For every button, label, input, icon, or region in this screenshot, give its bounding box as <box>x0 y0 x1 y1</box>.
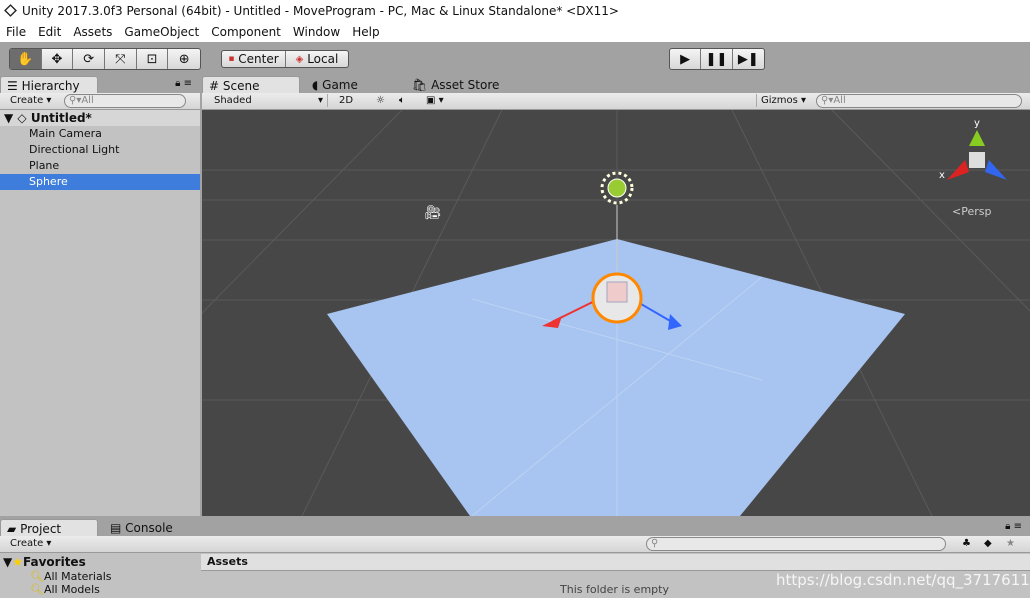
projection-label[interactable]: <Persp <box>952 205 991 218</box>
watermark: https://blog.csdn.net/qq_37176118 <box>776 571 1030 589</box>
rect-tool-button[interactable]: ⊡ <box>137 49 169 69</box>
filter-label-icon[interactable]: ◆ <box>980 537 996 550</box>
pivot-controls: ▪ Center ◈ Local <box>221 50 349 68</box>
pivot-local-button[interactable]: ◈ Local <box>286 51 348 67</box>
transform-tools: ✋ ✥ ⟳ ⤧ ⊡ ⊕ <box>9 48 201 70</box>
rotate-tool-button[interactable]: ⟳ <box>73 49 106 69</box>
project-toolbar: Create ▾ ⚲ ♣ ◆ ★ <box>0 536 1030 553</box>
star-icon: ★ <box>12 555 23 569</box>
hand-tool-button[interactable]: ✋ <box>10 49 42 69</box>
playback-controls: ▶ ❚❚ ▶❚ <box>669 48 765 70</box>
scene-search-input[interactable]: ⚲▾All <box>816 94 1022 108</box>
x-axis-label: x <box>939 170 945 181</box>
title-bar: Unity 2017.3.0f3 Personal (64bit) - Unti… <box>0 0 1030 22</box>
space-label: Local <box>307 52 339 66</box>
assets-header: Assets <box>201 554 1030 571</box>
scene-icon: ◇ <box>17 111 27 125</box>
menu-component[interactable]: Component <box>205 22 287 42</box>
pivot-label: Center <box>238 52 279 66</box>
window-title: Unity 2017.3.0f3 Personal (64bit) - Unti… <box>22 4 619 18</box>
tab-asset-store[interactable]: 🛍︎ Asset Store <box>406 76 505 93</box>
tab-game[interactable]: ◖ Game <box>306 76 364 93</box>
search-icon: 🔍︎ <box>30 583 44 596</box>
pause-icon: ❚❚ <box>705 51 728 67</box>
hierarchy-item[interactable]: Main Camera <box>0 126 200 142</box>
hierarchy-toolbar: Create ▾ ⚲▾All <box>0 93 200 110</box>
step-button[interactable]: ▶❚ <box>733 49 764 69</box>
hierarchy-panel: ☰ Hierarchy 🔒︎ ≡ Create ▾ ⚲▾All ▼ ◇ Unti… <box>0 76 200 516</box>
tab-label: Hierarchy <box>21 79 80 93</box>
project-tree: ▼★Favorites 🔍︎All Materials 🔍︎All Models <box>0 554 200 598</box>
rect-icon: ⊡ <box>146 51 158 67</box>
tab-console[interactable]: ▤ Console <box>104 519 179 536</box>
step-icon: ▶❚ <box>737 51 759 67</box>
hierarchy-item[interactable]: Directional Light <box>0 142 200 158</box>
menu-bar: File Edit Assets GameObject Component Wi… <box>0 22 1030 42</box>
tab-hierarchy[interactable]: ☰ Hierarchy <box>0 76 98 93</box>
menu-window[interactable]: Window <box>287 22 346 42</box>
menu-assets[interactable]: Assets <box>67 22 118 42</box>
transform-icon: ⊕ <box>178 51 190 67</box>
empty-folder-message: This folder is empty <box>560 583 669 596</box>
favorites-item[interactable]: 🔍︎All Materials <box>0 570 200 583</box>
search-icon: 🔍︎ <box>30 570 44 583</box>
create-dropdown[interactable]: Create ▾ <box>6 94 55 107</box>
gizmos-dropdown[interactable]: Gizmos ▾ <box>756 94 810 107</box>
shading-dropdown[interactable]: Shaded ▾ <box>210 94 328 107</box>
unity-logo-icon <box>4 4 17 17</box>
lock-icon[interactable]: 🔒︎ ≡ <box>175 78 192 89</box>
scene-panel: # Scene ◖ Game 🛍︎ Asset Store Shaded ▾ 2D… <box>202 76 1030 516</box>
pivot-icon: ▪ <box>228 54 235 64</box>
scale-icon: ⤧ <box>115 51 126 67</box>
y-axis-label: y <box>974 118 980 129</box>
cube-icon: ◈ <box>295 53 304 65</box>
lock-icon[interactable]: 🔒︎ ≡ <box>1005 521 1022 532</box>
lighting-toggle[interactable]: ☼ <box>372 94 389 107</box>
effects-dropdown[interactable]: ▣ ▾ <box>422 94 448 107</box>
tab-scene[interactable]: # Scene <box>202 76 300 93</box>
play-button[interactable]: ▶ <box>670 49 702 69</box>
scene-root[interactable]: ▼ ◇ Untitled* <box>0 110 200 126</box>
grid-icon: # <box>209 79 220 93</box>
create-dropdown[interactable]: Create ▾ <box>6 537 55 550</box>
scene-toolbar: Shaded ▾ 2D ☼ 🔈︎ ▣ ▾ Gizmos ▾ ⚲▾All <box>202 93 1030 110</box>
pivot-center-button[interactable]: ▪ Center <box>222 51 286 67</box>
bag-icon: 🛍︎ <box>412 78 428 92</box>
scene-viewport[interactable]: 🎥︎ y x <Persp <box>202 110 1030 516</box>
tab-project[interactable]: ▰ Project <box>0 519 98 536</box>
pause-button[interactable]: ❚❚ <box>701 49 733 69</box>
hierarchy-search-input[interactable]: ⚲▾All <box>64 94 186 108</box>
list-icon: ☰ <box>7 79 18 93</box>
move-tool-button[interactable]: ✥ <box>42 49 74 69</box>
main-toolbar: ✋ ✥ ⟳ ⤧ ⊡ ⊕ ▪ Center ◈ Local ▶ ❚❚ ▶❚ <box>0 42 1030 75</box>
orientation-gizmo[interactable]: y x <box>939 118 1007 181</box>
transform-tool-button[interactable]: ⊕ <box>168 49 200 69</box>
console-icon: ▤ <box>110 521 122 535</box>
menu-help[interactable]: Help <box>346 22 385 42</box>
camera-icon[interactable]: 🎥︎ <box>424 205 442 221</box>
2d-toggle[interactable]: 2D <box>335 94 357 107</box>
favorites-item[interactable]: 🔍︎All Models <box>0 583 200 596</box>
move-icon: ✥ <box>51 51 63 67</box>
favorites-node[interactable]: ▼★Favorites <box>0 554 200 570</box>
scale-tool-button[interactable]: ⤧ <box>105 49 137 69</box>
hand-icon: ✋ <box>17 51 34 67</box>
play-icon: ▶ <box>680 51 691 67</box>
project-panel: ▰ Project ▤ Console 🔒︎ ≡ Create ▾ ⚲ ♣ ◆ … <box>0 519 1030 598</box>
hierarchy-item[interactable]: Plane <box>0 158 200 174</box>
favorite-star-icon[interactable]: ★ <box>1002 537 1019 550</box>
menu-edit[interactable]: Edit <box>32 22 67 42</box>
filter-type-icon[interactable]: ♣ <box>958 537 975 550</box>
folder-icon: ▰ <box>7 522 17 536</box>
menu-gameobject[interactable]: GameObject <box>118 22 205 42</box>
menu-file[interactable]: File <box>0 22 32 42</box>
rotate-icon: ⟳ <box>83 51 95 67</box>
pacman-icon: ◖ <box>312 78 319 92</box>
hierarchy-item-selected[interactable]: Sphere <box>0 174 200 190</box>
project-search-input[interactable]: ⚲ <box>646 537 946 551</box>
audio-toggle[interactable]: 🔈︎ <box>395 94 409 107</box>
